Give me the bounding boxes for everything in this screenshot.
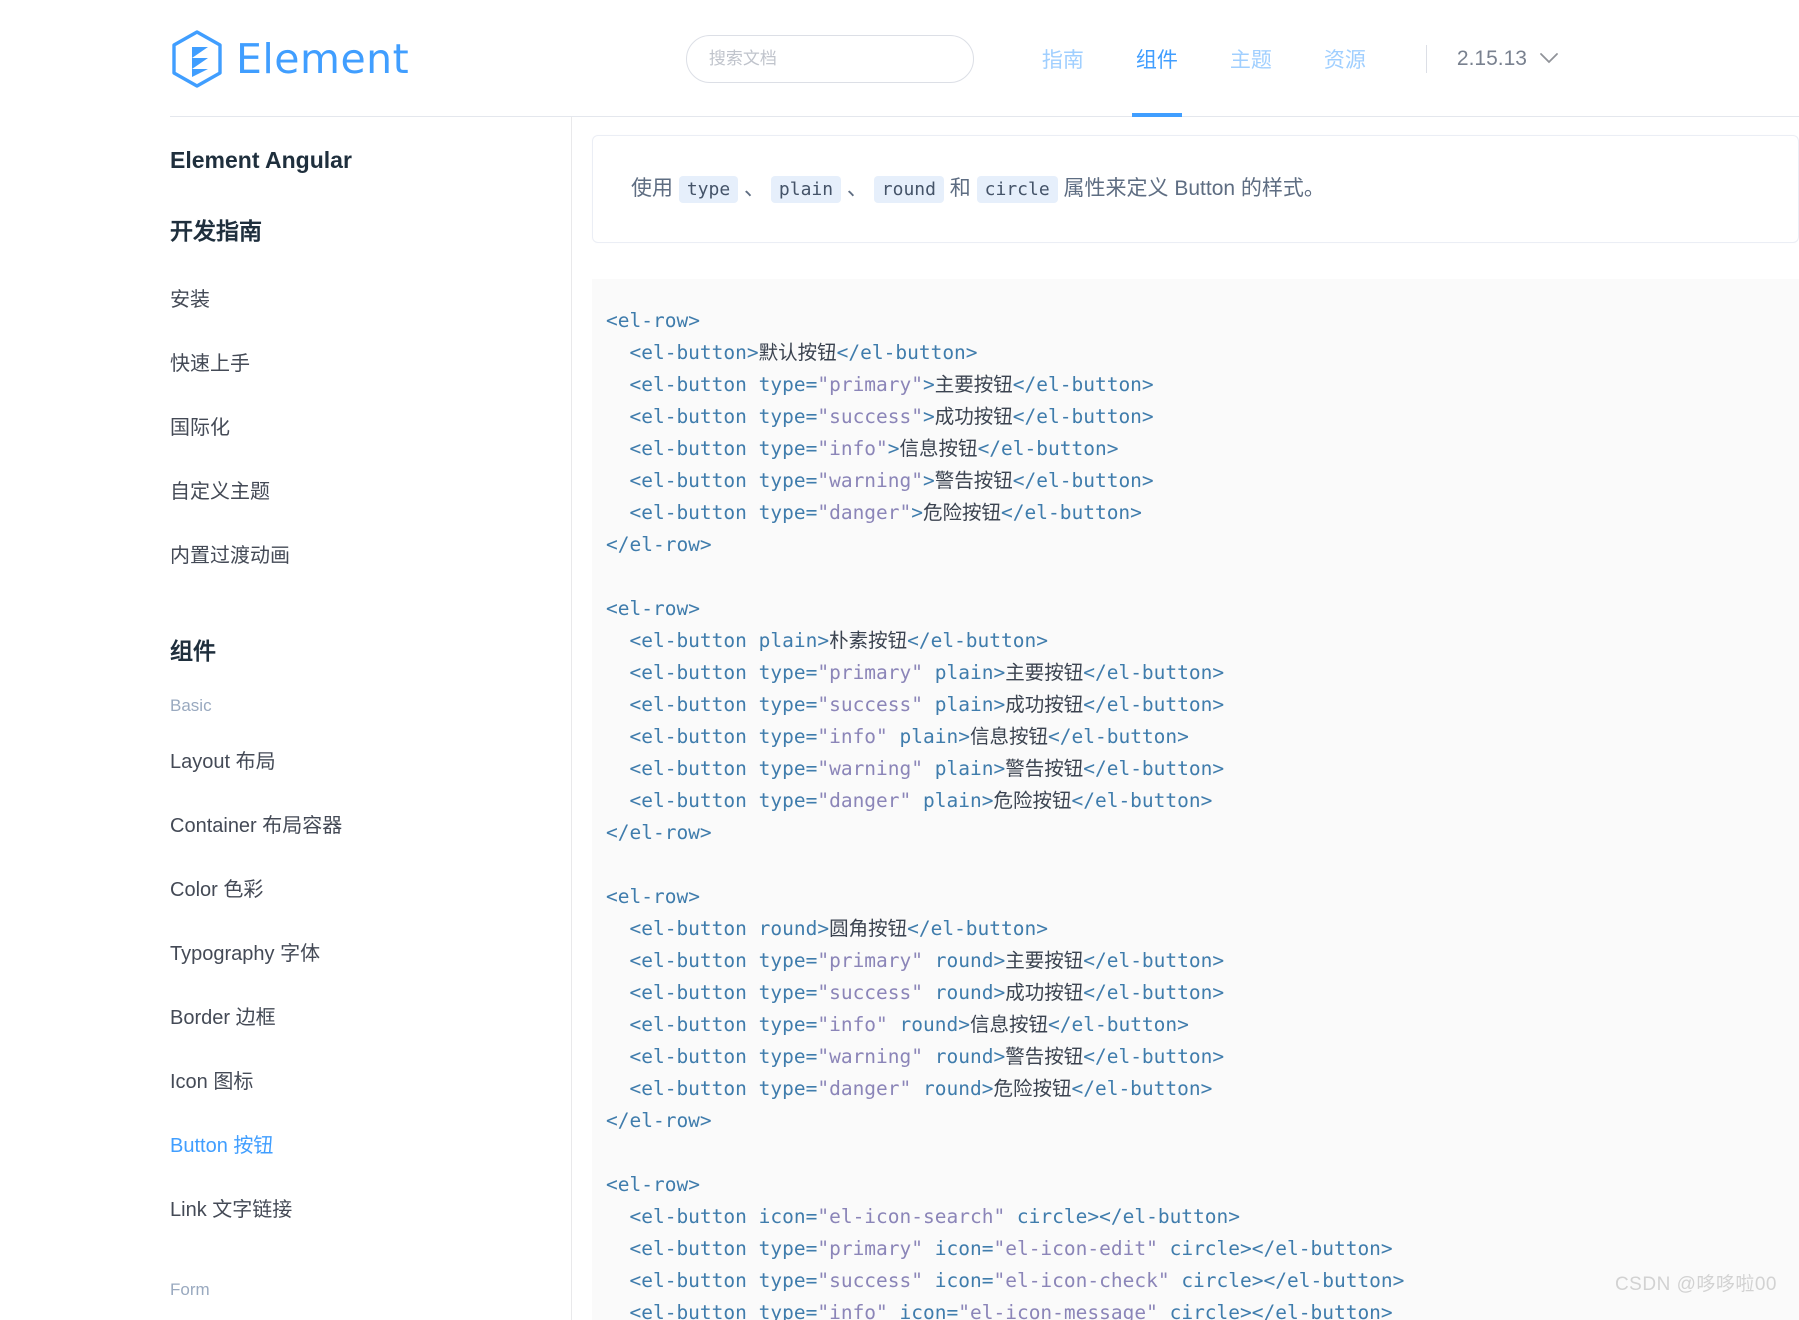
nav-item-resources-label: 资源 [1323, 48, 1366, 72]
nav-item-theme[interactable]: 主题 [1204, 0, 1298, 117]
code-chip-plain: plain [770, 176, 842, 203]
sidebar-item-container[interactable]: Container 布局容器 [170, 802, 571, 850]
element-hexagon-logo-icon [172, 29, 222, 88]
code-block-circle-buttons[interactable]: <el-row> <el-button icon="el-icon-search… [592, 1169, 1799, 1320]
sidebar-item-link[interactable]: Link 文字链接 [170, 1186, 571, 1234]
nav-item-resources[interactable]: 资源 [1298, 0, 1392, 117]
site-header: Element 指南 组件 主题 资源 2.15.13 [0, 0, 1799, 117]
logo-text: Element [236, 34, 410, 83]
code-block-plain-buttons[interactable]: <el-row> <el-button plain>朴素按钮</el-butto… [592, 593, 1799, 849]
sidebar-item-custom-theme[interactable]: 自定义主题 [170, 468, 571, 516]
code-block-gap [592, 849, 1799, 881]
code-block-gap [592, 1137, 1799, 1169]
sidebar-item-layout[interactable]: Layout 布局 [170, 738, 571, 786]
code-block-round-buttons[interactable]: <el-row> <el-button round>圆角按钮</el-butto… [592, 881, 1799, 1137]
version-selector[interactable]: 2.15.13 [1457, 47, 1559, 71]
header-right: 指南 组件 主题 资源 2.15.13 [685, 0, 1799, 117]
code-chip-type: type [678, 176, 739, 203]
description-conj: 和 [949, 177, 971, 200]
description-sep-2: 、 [846, 177, 868, 200]
main-nav: 指南 组件 主题 资源 [1016, 0, 1392, 117]
description-sep-1: 、 [744, 177, 766, 200]
sidebar-item-button[interactable]: Button 按钮 [170, 1122, 571, 1170]
sidebar-heading-guide: 开发指南 [170, 218, 262, 244]
sidebar-item-typography[interactable]: Typography 字体 [170, 930, 571, 978]
description-suffix: 属性来定义 Button 的样式。 [1063, 177, 1325, 200]
sidebar-item-border[interactable]: Border 边框 [170, 994, 571, 1042]
search-input[interactable] [685, 34, 974, 83]
sidebar-title: Element Angular [170, 147, 352, 173]
description-prefix: 使用 [631, 177, 673, 200]
sidebar-item-color[interactable]: Color 色彩 [170, 866, 571, 914]
code-chip-circle: circle [976, 176, 1058, 203]
sidebar-item-icon[interactable]: Icon 图标 [170, 1058, 571, 1106]
main-content: 使用 type 、 plain 、 round 和 circle 属性来定义 B… [572, 117, 1799, 1320]
chevron-down-icon [1540, 53, 1558, 64]
sidebar-subheading-basic: Basic [170, 696, 212, 715]
code-examples-area: <el-row> <el-button>默认按钮</el-button> <el… [592, 278, 1799, 1320]
version-label: 2.15.13 [1456, 46, 1527, 70]
sidebar-item-quickstart[interactable]: 快速上手 [170, 340, 571, 388]
nav-item-theme-label: 主题 [1229, 48, 1272, 72]
code-block-gap [592, 561, 1799, 593]
sidebar-subheading-form: Form [170, 1280, 210, 1299]
site-logo[interactable]: Element [170, 29, 410, 88]
nav-item-guide-label: 指南 [1041, 48, 1084, 72]
sidebar-nav: Element Angular 开发指南 安装 快速上手 国际化 自定义主题 内… [0, 117, 572, 1320]
description-card: 使用 type 、 plain 、 round 和 circle 属性来定义 B… [592, 135, 1799, 243]
sidebar-item-i18n[interactable]: 国际化 [170, 404, 571, 452]
sidebar-item-transition[interactable]: 内置过渡动画 [170, 532, 571, 580]
sidebar-item-install[interactable]: 安装 [170, 276, 571, 324]
nav-item-guide[interactable]: 指南 [1016, 0, 1110, 117]
sidebar-heading-components: 组件 [170, 638, 216, 664]
nav-item-components[interactable]: 组件 [1110, 0, 1204, 117]
code-block-basic-types[interactable]: <el-row> <el-button>默认按钮</el-button> <el… [592, 305, 1799, 561]
page-body: Element Angular 开发指南 安装 快速上手 国际化 自定义主题 内… [0, 117, 1799, 1320]
nav-item-components-label: 组件 [1135, 48, 1178, 72]
header-divider [1425, 44, 1427, 73]
code-chip-round: round [873, 176, 944, 203]
